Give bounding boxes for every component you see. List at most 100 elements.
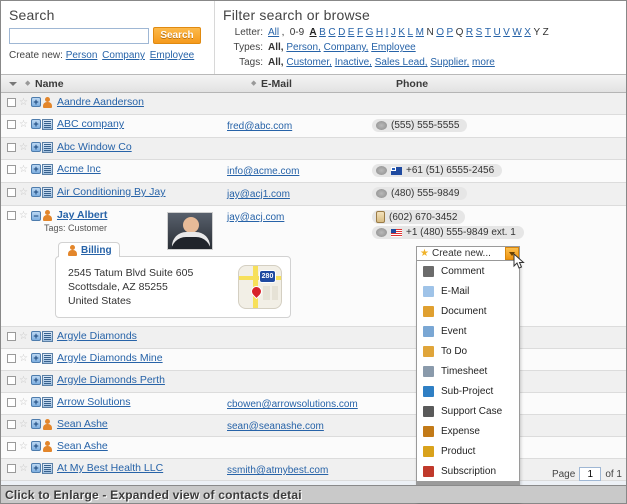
map-thumbnail-icon[interactable]: 280 bbox=[238, 265, 282, 309]
create-new-company-link[interactable]: Company bbox=[102, 50, 145, 61]
column-header-email[interactable]: ◆ E-Mail bbox=[251, 78, 396, 90]
contact-name-link[interactable]: Sean Ashe bbox=[57, 441, 108, 452]
search-button[interactable]: Search bbox=[153, 27, 201, 44]
letter-filter-B[interactable]: B bbox=[319, 27, 326, 38]
contact-name-link[interactable]: Argyle Diamonds Mine bbox=[57, 353, 163, 364]
letter-filter-S[interactable]: S bbox=[476, 27, 483, 38]
letter-filter-G[interactable]: G bbox=[366, 27, 374, 38]
contact-name-link[interactable]: ABC company bbox=[57, 119, 124, 130]
menu-item-comment[interactable]: Comment bbox=[417, 261, 519, 281]
letter-filter-R[interactable]: R bbox=[466, 27, 473, 38]
collapse-row-button[interactable]: − bbox=[31, 211, 41, 221]
favorite-star-icon[interactable]: ☆ bbox=[19, 464, 28, 473]
letter-all-link[interactable]: All bbox=[268, 27, 279, 38]
favorite-star-icon[interactable]: ☆ bbox=[19, 376, 28, 385]
letter-filter-U[interactable]: U bbox=[493, 27, 500, 38]
favorite-star-icon[interactable]: ☆ bbox=[19, 120, 28, 129]
expand-row-button[interactable]: + bbox=[31, 119, 41, 129]
letter-filter-C[interactable]: C bbox=[328, 27, 335, 38]
header-menu-button[interactable] bbox=[1, 82, 25, 86]
table-row[interactable]: ☆+ Argyle Diamonds Mine bbox=[1, 349, 626, 371]
menu-item-document[interactable]: Document bbox=[417, 301, 519, 321]
favorite-star-icon[interactable]: ☆ bbox=[19, 143, 28, 152]
letter-filter-O[interactable]: O bbox=[436, 27, 444, 38]
type-person-link[interactable]: Person, bbox=[286, 42, 320, 53]
table-row[interactable]: ☆+Aandre Aanderson bbox=[1, 93, 626, 115]
letter-filter-V[interactable]: V bbox=[503, 27, 510, 38]
expand-row-button[interactable]: + bbox=[31, 331, 41, 341]
table-row[interactable]: ☆+ Argyle Diamonds bbox=[1, 327, 626, 349]
letter-filter-M[interactable]: M bbox=[416, 27, 424, 38]
row-checkbox[interactable] bbox=[7, 120, 16, 129]
type-company-link[interactable]: Company, bbox=[324, 42, 369, 53]
create-new-person-link[interactable]: Person bbox=[66, 50, 98, 61]
favorite-star-icon[interactable]: ☆ bbox=[19, 354, 28, 363]
expand-row-button[interactable]: + bbox=[31, 419, 41, 429]
contact-name-link[interactable]: At My Best Health LLC bbox=[57, 463, 163, 474]
favorite-star-icon[interactable]: ☆ bbox=[19, 98, 28, 107]
email-link[interactable]: fred@abc.com bbox=[227, 121, 292, 132]
row-checkbox[interactable] bbox=[7, 354, 16, 363]
contact-name-link[interactable]: Sean Ashe bbox=[57, 419, 108, 430]
expand-row-button[interactable]: + bbox=[31, 353, 41, 363]
row-checkbox[interactable] bbox=[7, 211, 16, 220]
expand-row-button[interactable]: + bbox=[31, 164, 41, 174]
letter-filter-F[interactable]: F bbox=[357, 27, 363, 38]
menu-item-event[interactable]: Event bbox=[417, 321, 519, 341]
row-checkbox[interactable] bbox=[7, 188, 16, 197]
menu-item-expense[interactable]: Expense bbox=[417, 421, 519, 441]
tag-more-link[interactable]: more bbox=[472, 57, 495, 68]
contact-name-link[interactable]: Argyle Diamonds bbox=[57, 331, 137, 342]
contact-name-link[interactable]: Abc Window Co bbox=[57, 142, 132, 153]
row-checkbox[interactable] bbox=[7, 165, 16, 174]
email-link[interactable]: jay@acj1.com bbox=[227, 189, 290, 200]
contact-photo[interactable] bbox=[167, 212, 213, 250]
row-checkbox[interactable] bbox=[7, 376, 16, 385]
email-link[interactable]: jay@acj.com bbox=[227, 212, 284, 223]
favorite-star-icon[interactable]: ☆ bbox=[19, 398, 28, 407]
expand-row-button[interactable]: + bbox=[31, 463, 41, 473]
email-link[interactable]: info@acme.com bbox=[227, 166, 299, 177]
menu-item-e-mail[interactable]: E-Mail bbox=[417, 281, 519, 301]
table-row[interactable]: ☆+ Abc Window Co bbox=[1, 138, 626, 160]
contact-name-link[interactable]: Argyle Diamonds Perth bbox=[57, 375, 165, 386]
letter-filter-A[interactable]: A bbox=[309, 27, 316, 38]
letter-filter-E[interactable]: E bbox=[348, 27, 355, 38]
row-checkbox[interactable] bbox=[7, 398, 16, 407]
menu-item-product[interactable]: Product bbox=[417, 441, 519, 461]
tags-all[interactable]: All, bbox=[268, 57, 284, 68]
letter-digits[interactable]: 0-9 bbox=[290, 27, 304, 38]
expand-row-button[interactable]: + bbox=[31, 97, 41, 107]
menu-item-subscription[interactable]: Subscription bbox=[417, 461, 519, 481]
favorite-star-icon[interactable]: ☆ bbox=[19, 420, 28, 429]
email-link[interactable]: cbowen@arrowsolutions.com bbox=[227, 399, 358, 410]
table-row[interactable]: ☆+At My Best Health LLCssmith@atmybest.c… bbox=[1, 459, 626, 481]
tag-inactive-link[interactable]: Inactive, bbox=[335, 57, 372, 68]
expand-row-button[interactable]: + bbox=[31, 142, 41, 152]
types-all[interactable]: All, bbox=[268, 42, 284, 53]
tag-saleslead-link[interactable]: Sales Lead, bbox=[375, 57, 428, 68]
expand-row-button[interactable]: + bbox=[31, 397, 41, 407]
tag-customer-link[interactable]: Customer, bbox=[286, 57, 332, 68]
contact-name-link[interactable]: Acme Inc bbox=[57, 164, 101, 175]
letter-filter-W[interactable]: W bbox=[512, 27, 521, 38]
menu-item-timesheet[interactable]: Timesheet bbox=[417, 361, 519, 381]
row-checkbox[interactable] bbox=[7, 464, 16, 473]
expand-row-button[interactable]: + bbox=[31, 441, 41, 451]
row-checkbox[interactable] bbox=[7, 98, 16, 107]
page-number-input[interactable] bbox=[579, 467, 601, 481]
favorite-star-icon[interactable]: ☆ bbox=[19, 442, 28, 451]
table-row[interactable]: ☆+Air Conditioning By Jayjay@acj1.com(48… bbox=[1, 183, 626, 206]
letter-filter-H[interactable]: H bbox=[376, 27, 383, 38]
table-row[interactable]: ☆+Acme Incinfo@acme.com+61 (51) 6555-245… bbox=[1, 160, 626, 183]
favorite-star-icon[interactable]: ☆ bbox=[19, 332, 28, 341]
billing-tab[interactable]: Billing bbox=[58, 242, 120, 257]
email-link[interactable]: sean@seanashe.com bbox=[227, 421, 324, 432]
create-new-select[interactable]: ★ Create new... bbox=[416, 246, 520, 261]
contact-name-link[interactable]: Arrow Solutions bbox=[57, 397, 131, 408]
create-new-dropdown-menu[interactable]: CommentE-MailDocumentEventTo DoTimesheet… bbox=[416, 261, 520, 502]
favorite-star-icon[interactable]: ☆ bbox=[19, 211, 28, 220]
letter-filter-D[interactable]: D bbox=[338, 27, 345, 38]
expand-row-button[interactable]: + bbox=[31, 187, 41, 197]
type-employee-link[interactable]: Employee bbox=[371, 42, 415, 53]
